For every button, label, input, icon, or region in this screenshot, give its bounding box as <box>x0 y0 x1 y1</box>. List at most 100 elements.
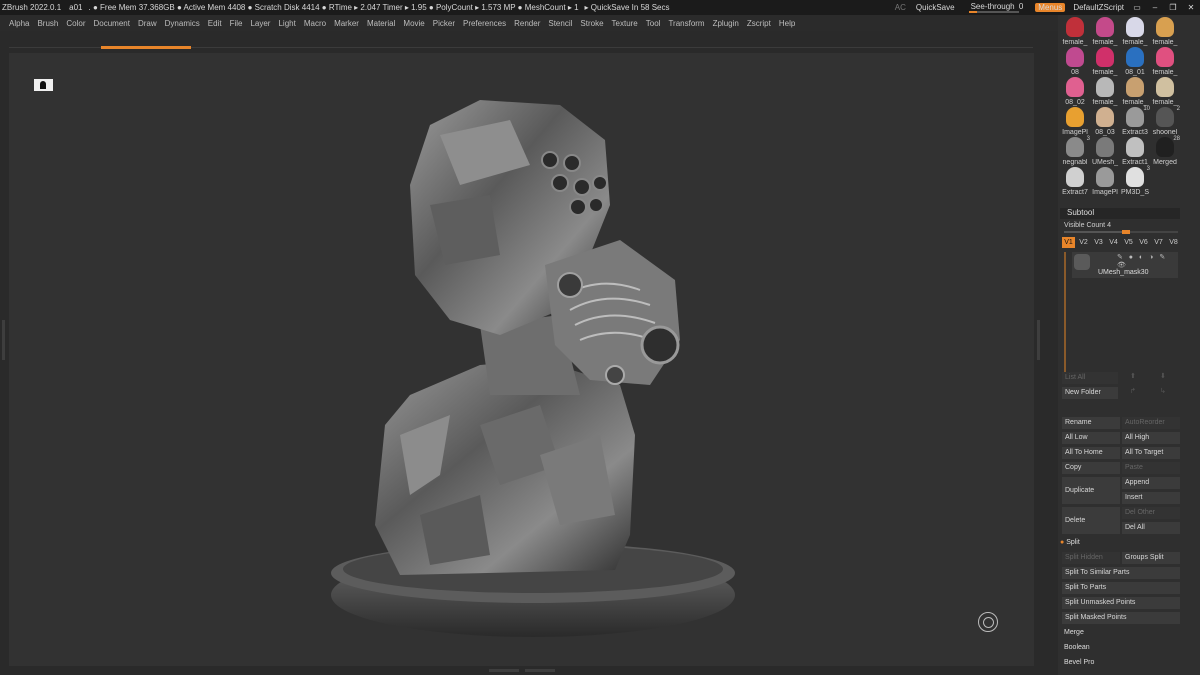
split-to-parts-button[interactable]: Split To Parts <box>1062 582 1180 594</box>
append-button[interactable]: Append <box>1122 477 1180 489</box>
menu-material[interactable]: Material <box>367 19 395 28</box>
subtool-list-scrollbar[interactable] <box>1064 252 1066 372</box>
close-icon[interactable]: ✕ <box>1186 3 1196 12</box>
tool-thumbnail[interactable]: 08_01 <box>1120 46 1150 76</box>
menu-stencil[interactable]: Stencil <box>548 19 572 28</box>
move-down-icon[interactable]: ↳ <box>1160 387 1166 395</box>
tool-thumbnail[interactable]: female_ <box>1090 46 1120 76</box>
all-to-home-button[interactable]: All To Home <box>1062 447 1120 459</box>
visible-count-slider[interactable] <box>1064 230 1178 234</box>
see-through-slider[interactable]: See-through 0 <box>968 2 1023 13</box>
arrow-up-icon[interactable]: ⬆ <box>1130 372 1136 380</box>
groups-split-button[interactable]: Groups Split <box>1122 552 1180 564</box>
layout-icon[interactable]: ▭ <box>1132 3 1142 12</box>
rename-button[interactable]: Rename <box>1062 417 1120 429</box>
copy-button[interactable]: Copy <box>1062 462 1120 474</box>
menu-picker[interactable]: Picker <box>433 19 455 28</box>
version-v5-button[interactable]: V5 <box>1122 237 1135 248</box>
all-low-button[interactable]: All Low <box>1062 432 1120 444</box>
new-folder-button[interactable]: New Folder <box>1062 387 1118 399</box>
duplicate-button[interactable]: Duplicate <box>1062 477 1120 504</box>
tool-thumbnail[interactable]: 08 <box>1060 46 1090 76</box>
bottom-tray-grip[interactable] <box>482 669 562 674</box>
menu-transform[interactable]: Transform <box>668 19 704 28</box>
tool-thumbnail[interactable]: female_ <box>1150 16 1180 46</box>
del-other-button[interactable]: Del Other <box>1122 507 1180 519</box>
menu-stroke[interactable]: Stroke <box>580 19 603 28</box>
navigation-gizmo-icon[interactable] <box>978 612 998 632</box>
menu-help[interactable]: Help <box>779 19 795 28</box>
menu-brush[interactable]: Brush <box>37 19 58 28</box>
menu-movie[interactable]: Movie <box>403 19 424 28</box>
tool-thumbnail[interactable]: female_ <box>1150 46 1180 76</box>
arrow-down-icon[interactable]: ⬇ <box>1160 372 1166 380</box>
ac-button[interactable]: AC <box>895 3 906 12</box>
tool-thumbnail[interactable]: shoonel 2 <box>1150 106 1180 136</box>
menu-edit[interactable]: Edit <box>208 19 222 28</box>
all-to-target-button[interactable]: All To Target <box>1122 447 1180 459</box>
tool-thumbnail[interactable]: Extract7 <box>1060 166 1090 196</box>
merge-section-header[interactable]: Merge <box>1064 629 1084 636</box>
version-v8-button[interactable]: V8 <box>1167 237 1180 248</box>
menus-button[interactable]: Menus <box>1035 3 1066 12</box>
tool-thumbnail[interactable]: 08_03 <box>1090 106 1120 136</box>
script-button[interactable]: DefaultZScript <box>1073 3 1124 12</box>
subtool-item[interactable]: ✎ ● ◐ ◑ ✎ 👁 UMesh_mask30 <box>1072 252 1178 278</box>
tool-thumbnail[interactable]: negnabl 3 <box>1060 136 1090 166</box>
del-all-button[interactable]: Del All <box>1122 522 1180 534</box>
menu-macro[interactable]: Macro <box>304 19 326 28</box>
tool-thumbnail[interactable]: female_ <box>1060 16 1090 46</box>
tool-thumbnail[interactable]: Extract3 10 <box>1120 106 1150 136</box>
version-v7-button[interactable]: V7 <box>1152 237 1165 248</box>
tool-thumbnail[interactable]: female_ <box>1120 76 1150 106</box>
menu-tool[interactable]: Tool <box>646 19 661 28</box>
menu-marker[interactable]: Marker <box>334 19 359 28</box>
tool-thumbnail[interactable]: female_ <box>1150 76 1180 106</box>
version-v4-button[interactable]: V4 <box>1107 237 1120 248</box>
tool-thumbnail[interactable]: female_ <box>1120 16 1150 46</box>
tool-thumbnail[interactable]: female_ <box>1090 16 1120 46</box>
version-v3-button[interactable]: V3 <box>1092 237 1105 248</box>
version-v1-button[interactable]: V1 <box>1062 237 1075 248</box>
sculpt-model[interactable] <box>330 95 736 640</box>
move-up-icon[interactable]: ↱ <box>1130 387 1136 395</box>
tool-thumbnail[interactable]: Merged 28 <box>1150 136 1180 166</box>
all-high-button[interactable]: All High <box>1122 432 1180 444</box>
menu-light[interactable]: Light <box>278 19 295 28</box>
tool-thumbnail[interactable]: 08_02 <box>1060 76 1090 106</box>
bevel-pro-section-header[interactable]: Bevel Pro <box>1064 659 1094 666</box>
split-hidden-button[interactable]: Split Hidden <box>1062 552 1120 564</box>
menu-alpha[interactable]: Alpha <box>9 19 29 28</box>
boolean-section-header[interactable]: Boolean <box>1064 644 1090 651</box>
subtool-header[interactable]: Subtool <box>1060 208 1180 219</box>
split-similar-parts-button[interactable]: Split To Similar Parts <box>1062 567 1180 579</box>
menu-dynamics[interactable]: Dynamics <box>165 19 200 28</box>
right-tray-grip[interactable] <box>1037 320 1040 360</box>
version-v2-button[interactable]: V2 <box>1077 237 1090 248</box>
menu-document[interactable]: Document <box>94 19 130 28</box>
quicksave-button[interactable]: QuickSave <box>916 3 955 12</box>
tool-thumbnail[interactable]: ImagePl <box>1060 106 1090 136</box>
tool-thumbnail[interactable]: PM3D_S 3 <box>1120 166 1150 196</box>
menu-render[interactable]: Render <box>514 19 540 28</box>
list-all-button[interactable]: List All <box>1062 372 1118 384</box>
minimize-icon[interactable]: – <box>1150 3 1160 12</box>
menu-file[interactable]: File <box>230 19 243 28</box>
split-section-header[interactable]: ● Split <box>1060 539 1080 546</box>
restore-icon[interactable]: ❐ <box>1168 3 1178 12</box>
subtool-visibility-icons[interactable]: ✎ ● ◐ ◑ ✎ 👁 <box>1117 253 1178 269</box>
left-tray-grip[interactable] <box>2 320 5 360</box>
menu-zscript[interactable]: Zscript <box>747 19 771 28</box>
split-unmasked-points-button[interactable]: Split Unmasked Points <box>1062 597 1180 609</box>
menu-draw[interactable]: Draw <box>138 19 157 28</box>
insert-button[interactable]: Insert <box>1122 492 1180 504</box>
tool-thumbnail[interactable]: Extract1 <box>1120 136 1150 166</box>
menu-layer[interactable]: Layer <box>250 19 270 28</box>
delete-button[interactable]: Delete <box>1062 507 1120 534</box>
tool-thumbnail[interactable]: female_ <box>1090 76 1120 106</box>
menu-texture[interactable]: Texture <box>612 19 638 28</box>
autoreorder-button[interactable]: AutoReorder <box>1122 417 1180 429</box>
menu-zplugin[interactable]: Zplugin <box>713 19 739 28</box>
tool-thumbnail[interactable]: UMesh_ <box>1090 136 1120 166</box>
split-masked-points-button[interactable]: Split Masked Points <box>1062 612 1180 624</box>
